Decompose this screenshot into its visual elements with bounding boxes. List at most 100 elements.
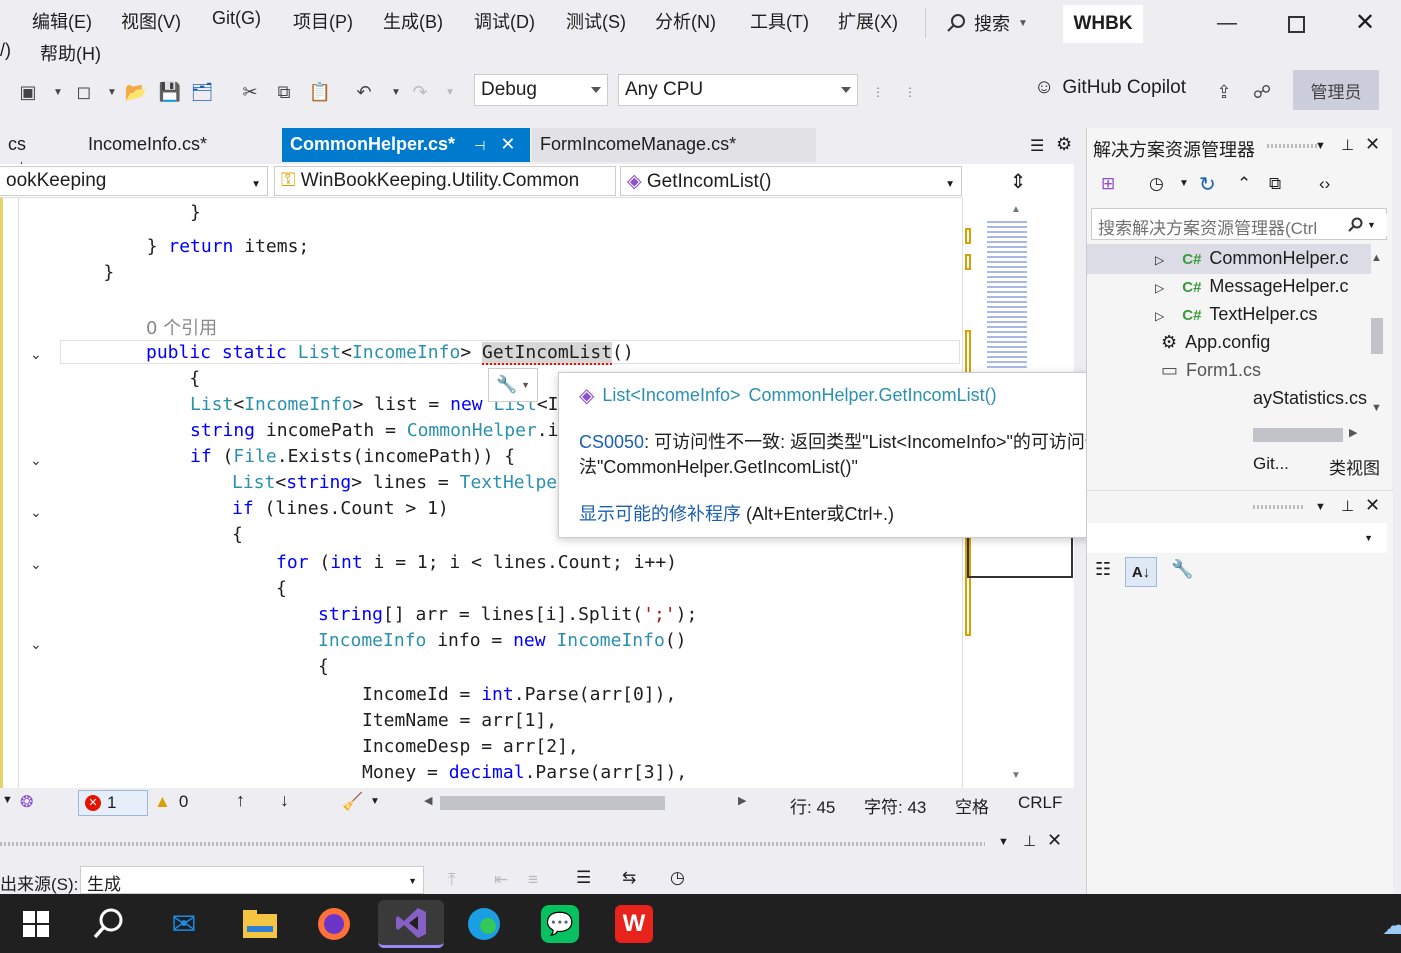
visual-studio-icon[interactable]	[378, 900, 444, 948]
admin-badge[interactable]: 管理员	[1293, 70, 1379, 110]
alphabetical-icon[interactable]: A↓	[1125, 557, 1157, 587]
chevron-down-icon[interactable]: ▼	[46, 80, 70, 104]
menu-project[interactable]: 项目(P)	[293, 8, 353, 34]
show-all-files-icon[interactable]: ⧉	[1269, 174, 1281, 194]
code-view-icon[interactable]: ‹›	[1319, 174, 1330, 194]
tab-class-view[interactable]: 类视图	[1329, 454, 1380, 479]
collapse-all-icon[interactable]: ⌃	[1237, 174, 1251, 194]
undo-icon[interactable]: ↶	[352, 80, 376, 104]
outlook-icon[interactable]: ✉	[160, 900, 208, 948]
menu-window-fragment[interactable]: /)	[0, 40, 11, 61]
save-icon[interactable]: 💾	[158, 80, 182, 104]
close-icon[interactable]: ✕	[1355, 8, 1375, 37]
chevron-down-icon[interactable]: ▼	[998, 836, 1009, 848]
platform-select[interactable]: Any CPU	[618, 74, 858, 106]
column-indicator[interactable]: 字符: 43	[864, 793, 926, 818]
tree-item-messagehelper[interactable]: ▷ C# MessageHelper.c	[1155, 276, 1369, 297]
drag-grip[interactable]	[0, 842, 985, 846]
toolbar-overflow-icon[interactable]: ⋮	[898, 80, 922, 104]
show-fixes-link[interactable]: 显示可能的修补程序	[579, 504, 741, 524]
reference-count[interactable]: 0 个引用	[146, 314, 217, 340]
chevron-down-icon[interactable]: ⌄	[30, 556, 44, 572]
weather-cloud-icon[interactable]: ☁	[1382, 910, 1401, 941]
paste-icon[interactable]: 📋	[308, 80, 332, 104]
copy-icon[interactable]: ⧉	[272, 80, 296, 104]
share-icon[interactable]: ⇪	[1212, 80, 1236, 104]
gear-icon[interactable]: ⚙	[1056, 134, 1072, 155]
feedback-icon[interactable]: ☍	[1250, 80, 1274, 104]
close-icon[interactable]: ✕	[1365, 495, 1380, 516]
line-ending-indicator[interactable]: CRLF	[1018, 793, 1062, 813]
close-icon[interactable]: ✕	[1365, 134, 1380, 155]
drag-grip[interactable]	[1253, 505, 1303, 509]
redo-icon[interactable]: ↷	[408, 80, 432, 104]
pin-icon[interactable]: ⊥	[1023, 832, 1036, 850]
warning-count-button[interactable]: ▲ 0	[154, 792, 188, 812]
chevron-down-icon[interactable]: ▼	[1315, 501, 1326, 513]
member-select[interactable]: ◈ GetIncomList() ▼	[620, 166, 962, 196]
search-box[interactable]: 搜索 ▼	[946, 8, 1028, 38]
error-code-link[interactable]: CS0050	[579, 432, 644, 452]
scroll-up-icon[interactable]: ▲	[1011, 204, 1021, 215]
tree-item-form[interactable]: ▭ Form1.cs	[1161, 360, 1371, 381]
firefox-icon[interactable]	[310, 900, 358, 948]
tree-item-commonhelper[interactable]: ▷ C# CommonHelper.c	[1155, 248, 1369, 269]
chevron-down-icon[interactable]: ▼	[1315, 140, 1326, 152]
categorized-icon[interactable]: ☷	[1095, 559, 1111, 580]
scroll-right-icon[interactable]: ▶	[738, 794, 746, 807]
menu-view[interactable]: 视图(V)	[121, 8, 181, 34]
scroll-left-icon[interactable]: ◀	[424, 794, 432, 807]
cut-icon[interactable]: ✂	[238, 80, 262, 104]
menu-edit[interactable]: 编辑(E)	[32, 8, 92, 34]
wechat-icon[interactable]: 💬	[536, 900, 584, 948]
intellicode-icon[interactable]: ❂	[20, 792, 33, 812]
class-select[interactable]: ⚿ WinBookKeeping.Utility.Common	[274, 166, 616, 196]
file-explorer-icon[interactable]	[236, 900, 284, 948]
expand-arrow-icon[interactable]: ▷	[1155, 281, 1164, 295]
workspace-badge[interactable]: WHBK	[1063, 5, 1143, 43]
vertical-scroll-thumb[interactable]	[1371, 318, 1383, 354]
clock-icon[interactable]: ◷	[670, 868, 685, 888]
line-indicator[interactable]: 行: 45	[790, 793, 835, 818]
chevron-down-icon[interactable]: ⌄	[30, 504, 44, 520]
menu-build[interactable]: 生成(B)	[383, 8, 443, 34]
taskbar-search-icon[interactable]	[84, 900, 132, 948]
chevron-down-icon[interactable]: ⌄	[30, 452, 44, 468]
split-editor-icon[interactable]: ⇕	[962, 164, 1074, 198]
project-select[interactable]: ookKeeping ▼	[0, 166, 268, 196]
chevron-down-icon[interactable]: ▼	[438, 80, 462, 104]
properties-object-select[interactable]: ▼	[1087, 523, 1387, 553]
toolbar-overflow-icon[interactable]: ⋮	[866, 80, 890, 104]
goto-previous-icon[interactable]: ⤒	[448, 870, 456, 890]
scroll-up-icon[interactable]: ▲	[1371, 252, 1382, 264]
wrench-icon[interactable]: 🔧	[1171, 559, 1193, 580]
code-cleanup-icon[interactable]: 🧹	[342, 792, 363, 812]
drag-grip[interactable]	[1267, 144, 1317, 148]
chevron-down-icon[interactable]: ▼	[2, 794, 13, 806]
add-item-icon[interactable]: ◻	[72, 80, 96, 104]
whitespace-indicator[interactable]: 空格	[955, 793, 989, 818]
tree-item-appconfig[interactable]: ⚙ App.config	[1161, 332, 1371, 353]
edge-icon[interactable]	[460, 900, 508, 948]
menu-test[interactable]: 测试(S)	[566, 8, 626, 34]
copilot-button[interactable]: ☺ GitHub Copilot	[1034, 76, 1186, 99]
refresh-icon[interactable]: ↻	[1199, 172, 1216, 197]
close-icon[interactable]: ✕	[500, 134, 515, 154]
minimap-viewport[interactable]	[967, 534, 1073, 578]
chevron-down-icon[interactable]: ▼	[384, 80, 408, 104]
word-wrap-icon[interactable]: ⇆	[622, 868, 636, 888]
menu-tools[interactable]: 工具(T)	[750, 8, 809, 34]
new-project-icon[interactable]: ▣	[16, 80, 40, 104]
goto-line-icon[interactable]: ⇤	[494, 870, 508, 890]
tree-item-daystatistics[interactable]: ayStatistics.cs	[1253, 388, 1373, 409]
output-source-select[interactable]: 生成 ▼	[80, 866, 424, 894]
history-icon[interactable]: ◷	[1149, 174, 1164, 194]
tab-list-icon[interactable]: ☰	[1030, 136, 1044, 156]
configuration-select[interactable]: Debug	[474, 74, 608, 106]
tab-partial[interactable]: cs ⊥	[0, 128, 50, 174]
close-icon[interactable]: ✕	[1047, 830, 1062, 851]
previous-issue-icon[interactable]: ↑	[236, 790, 245, 811]
open-folder-icon[interactable]: 📂	[124, 80, 148, 104]
error-count-button[interactable]: ✕ 1	[78, 790, 148, 816]
pin-icon[interactable]: ⊥	[1341, 497, 1354, 515]
